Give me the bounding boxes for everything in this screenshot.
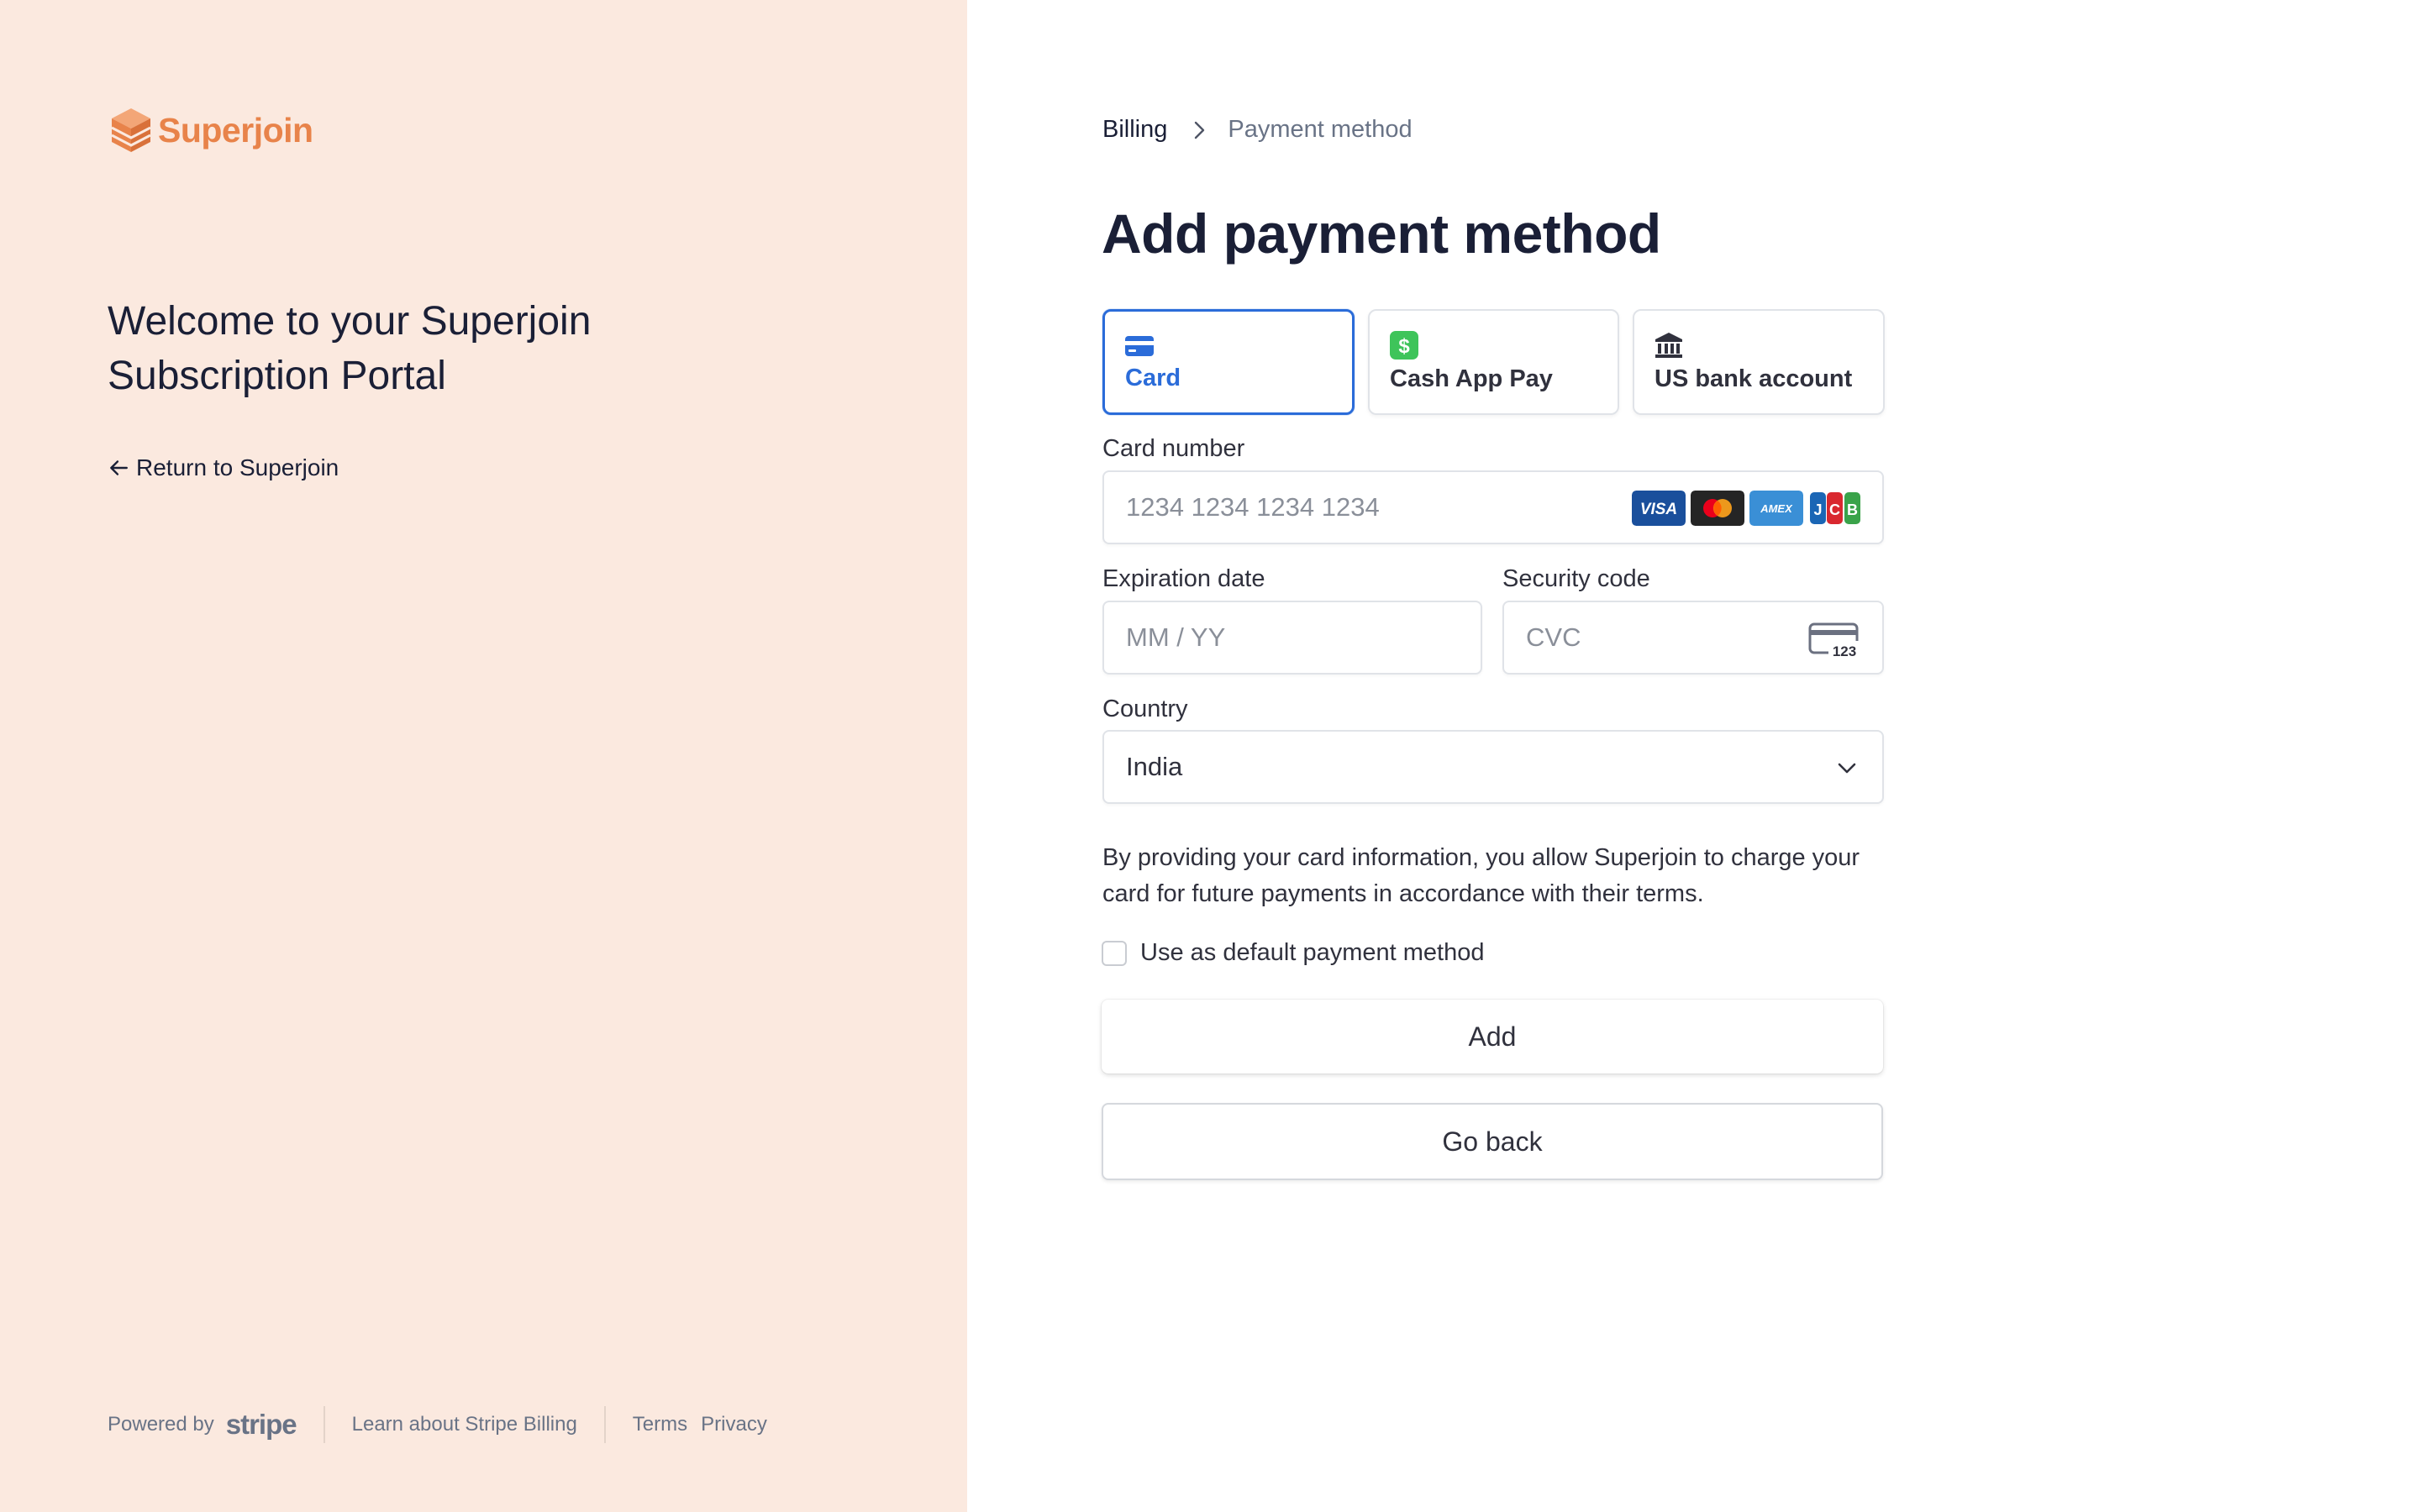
breadcrumb: Billing Payment method <box>1102 116 1413 144</box>
welcome-heading: Welcome to your Superjoin Subscription P… <box>108 299 592 398</box>
jcb-icon: J C B <box>1808 491 1862 526</box>
cvc-card-icon: 123 <box>1808 622 1860 659</box>
powered-by-stripe[interactable]: Powered by stripe <box>108 1409 297 1441</box>
amex-icon: AMEX <box>1749 491 1803 526</box>
left-panel: Superjoin Welcome to your Superjoin Subs… <box>0 0 967 1512</box>
svg-text:C: C <box>1829 501 1840 518</box>
superjoin-logo-icon <box>111 108 151 152</box>
security-code-field[interactable]: 123 <box>1502 601 1884 675</box>
svg-text:$: $ <box>1398 335 1410 358</box>
security-code-label: Security code <box>1502 565 1650 592</box>
tab-us-bank-account[interactable]: US bank account <box>1633 309 1885 415</box>
privacy-link[interactable]: Privacy <box>701 1413 767 1436</box>
terms-link[interactable]: Terms <box>633 1413 687 1436</box>
default-payment-checkbox-row[interactable]: Use as default payment method <box>1102 939 1484 967</box>
tab-card[interactable]: Card <box>1102 309 1355 415</box>
footer-divider <box>323 1406 325 1443</box>
consent-text: By providing your card information, you … <box>1102 844 1860 907</box>
payment-method-tabs: Card $ Cash App Pay US bank account <box>1102 309 1885 415</box>
breadcrumb-current: Payment method <box>1228 116 1413 143</box>
country-select[interactable]: India <box>1102 730 1884 804</box>
expiration-field[interactable] <box>1102 601 1482 675</box>
brand-name: Superjoin <box>158 110 313 150</box>
page-title: Add payment method <box>1102 202 1661 265</box>
footer-divider <box>603 1406 606 1443</box>
tab-cash-app-label: Cash App Pay <box>1390 365 1553 392</box>
learn-stripe-billing-link[interactable]: Learn about Stripe Billing <box>352 1413 577 1436</box>
footer: Powered by stripe Learn about Stripe Bil… <box>108 1404 767 1445</box>
card-brand-logos: VISA AMEX J C B <box>1632 491 1862 526</box>
chevron-down-icon <box>1838 763 1856 774</box>
card-number-field[interactable]: VISA AMEX J C B <box>1102 470 1884 544</box>
stripe-logo: stripe <box>225 1409 297 1440</box>
bank-icon <box>1655 333 1682 358</box>
breadcrumb-billing[interactable]: Billing <box>1102 116 1167 144</box>
expiration-input[interactable] <box>1126 622 1459 653</box>
country-value: India <box>1126 752 1183 781</box>
tab-cash-app-pay[interactable]: $ Cash App Pay <box>1368 309 1619 415</box>
expiration-label: Expiration date <box>1102 565 1265 592</box>
tab-card-label: Card <box>1125 365 1181 391</box>
svg-text:J: J <box>1813 501 1822 518</box>
return-link[interactable]: Return to Superjoin <box>108 454 339 481</box>
arrow-left-icon <box>110 460 128 475</box>
default-payment-checkbox[interactable] <box>1102 940 1127 966</box>
chevron-right-icon <box>1195 121 1205 139</box>
add-button[interactable]: Add <box>1102 1000 1883 1074</box>
return-link-label: Return to Superjoin <box>136 454 339 480</box>
tab-bank-label: US bank account <box>1655 365 1853 392</box>
powered-by-label: Powered by <box>108 1413 214 1436</box>
svg-text:B: B <box>1847 501 1858 518</box>
card-number-label: Card number <box>1102 435 1245 462</box>
mastercard-icon <box>1691 491 1744 526</box>
superjoin-logo[interactable]: Superjoin <box>109 106 313 155</box>
credit-card-icon <box>1125 336 1154 356</box>
default-payment-label: Use as default payment method <box>1140 939 1485 966</box>
svg-text:VISA: VISA <box>1640 501 1677 518</box>
country-label: Country <box>1102 696 1188 722</box>
cash-app-icon: $ <box>1390 331 1418 360</box>
go-back-button[interactable]: Go back <box>1102 1103 1883 1180</box>
visa-icon: VISA <box>1632 491 1686 526</box>
svg-text:AMEX: AMEX <box>1760 502 1793 515</box>
cvc-icon-text: 123 <box>1833 643 1856 659</box>
